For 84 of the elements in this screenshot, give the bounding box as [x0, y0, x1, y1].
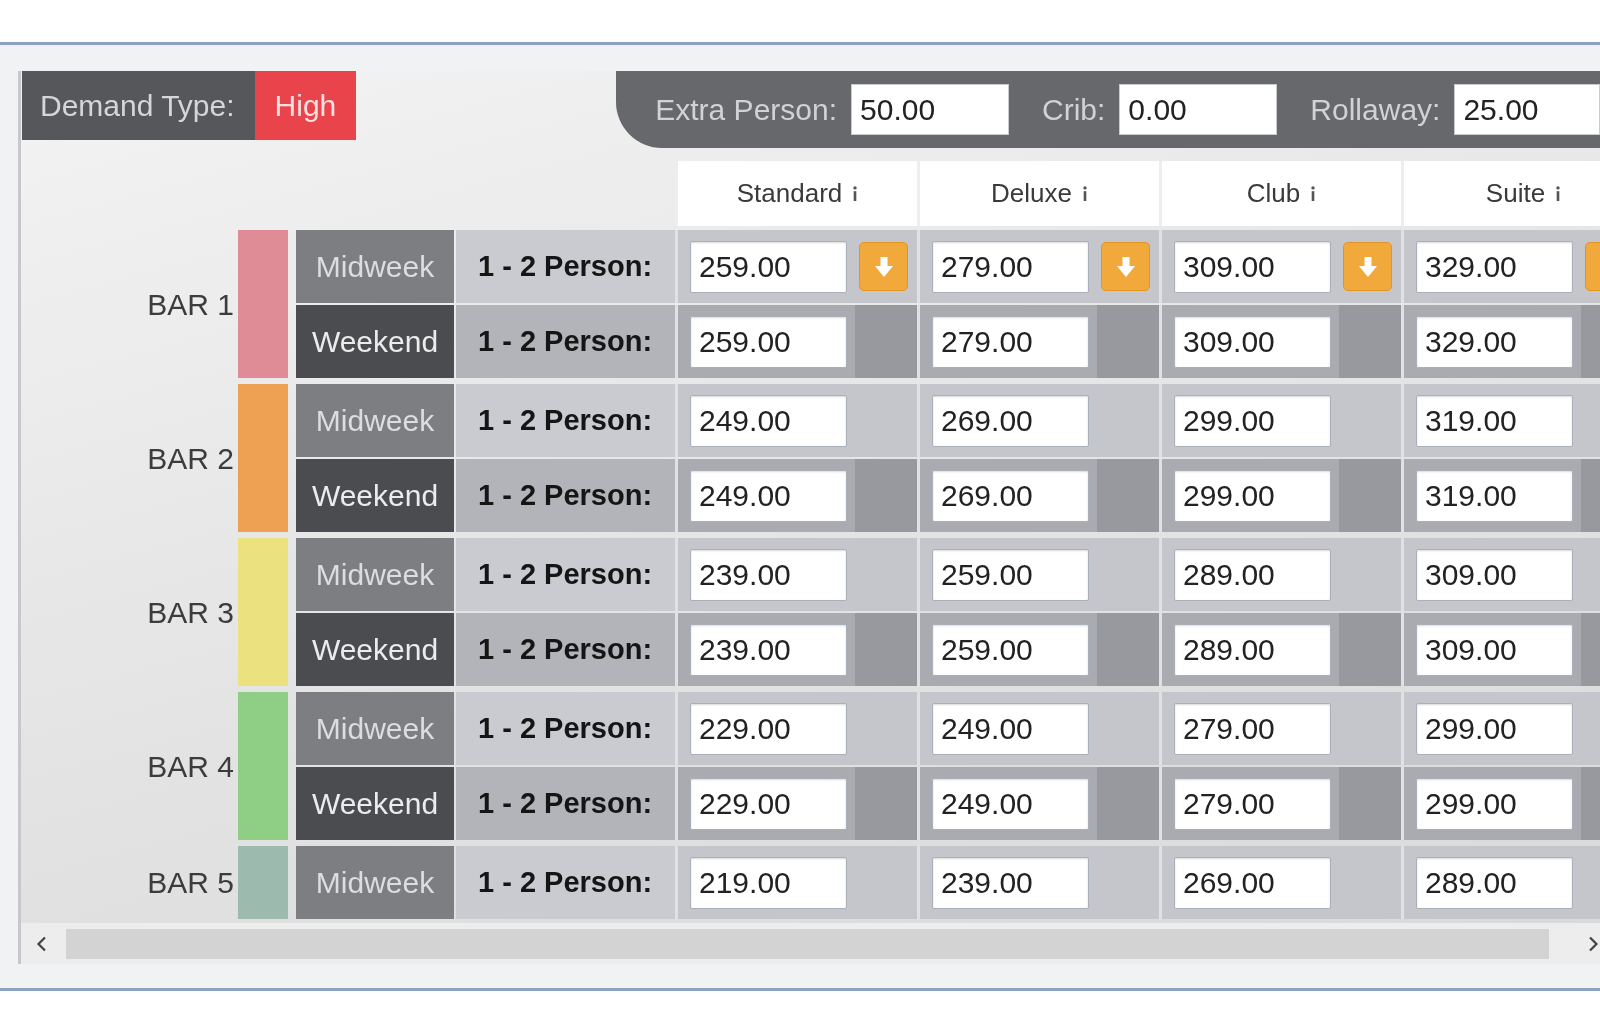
info-icon	[1310, 186, 1317, 201]
period-label: Midweek	[296, 692, 454, 765]
period-label: Weekend	[296, 305, 454, 378]
rate-field[interactable]: 279.00	[1174, 777, 1331, 830]
rate-field[interactable]: 229.00	[690, 777, 847, 830]
demand-type-value: High	[254, 71, 357, 140]
occupancy-label: 1 - 2 Person:	[456, 767, 675, 840]
rate-field[interactable]: 299.00	[1174, 394, 1331, 447]
occupancy-label: 1 - 2 Person:	[456, 613, 675, 686]
rate-field[interactable]: 239.00	[932, 856, 1089, 909]
rate-field[interactable]: 279.00	[932, 315, 1089, 368]
rate-field[interactable]: 269.00	[932, 469, 1089, 522]
scroll-right-icon[interactable]	[1588, 935, 1599, 952]
rate-field[interactable]: 319.00	[1416, 394, 1573, 447]
occupancy-label: 1 - 2 Person:	[456, 230, 675, 303]
column-header: Standard	[736, 177, 843, 210]
scroll-left-icon[interactable]	[36, 935, 47, 952]
occupancy-label: 1 - 2 Person:	[456, 538, 675, 611]
rate-field[interactable]: 319.00	[1416, 469, 1573, 522]
period-label: Midweek	[296, 230, 454, 303]
rate-field[interactable]: 249.00	[932, 702, 1089, 755]
rate-field[interactable]: 279.00	[1174, 702, 1331, 755]
arrow-down-icon	[1115, 255, 1136, 278]
rate-field[interactable]: 249.00	[690, 469, 847, 522]
occupancy-label: 1 - 2 Person:	[456, 384, 675, 457]
rate-field[interactable]: 309.00	[1174, 315, 1331, 368]
rate-field[interactable]: 309.00	[1416, 623, 1573, 676]
rate-field[interactable]: 299.00	[1174, 469, 1331, 522]
arrow-down-icon	[873, 255, 894, 278]
rate-field[interactable]: 239.00	[690, 623, 847, 676]
column-header: Suite	[1485, 177, 1546, 210]
rate-field[interactable]: 289.00	[1416, 856, 1573, 909]
rate-field[interactable]: 269.00	[932, 394, 1089, 447]
rate-field[interactable]: 259.00	[932, 623, 1089, 676]
arrow-down-icon	[1357, 255, 1378, 278]
extra-charge-label: Crib:	[1042, 92, 1106, 128]
period-label: Midweek	[296, 538, 454, 611]
occupancy-label: 1 - 2 Person:	[456, 459, 675, 532]
occupancy-label: 1 - 2 Person:	[456, 692, 675, 765]
period-label: Weekend	[296, 459, 454, 532]
demand-type-label: Demand Type:	[22, 71, 255, 140]
charge-field[interactable]: 50.00	[851, 84, 1009, 135]
fill-down-button[interactable]	[1343, 242, 1392, 291]
rate-field[interactable]: 309.00	[1416, 548, 1573, 601]
period-label: Weekend	[296, 767, 454, 840]
info-icon	[852, 186, 859, 201]
bar-level-label: BAR 4	[147, 748, 234, 785]
rate-field[interactable]: 269.00	[1174, 856, 1331, 909]
column-header: Club	[1246, 177, 1301, 210]
period-label: Weekend	[296, 613, 454, 686]
rate-field[interactable]: 299.00	[1416, 777, 1573, 830]
rate-field[interactable]: 259.00	[690, 315, 847, 368]
occupancy-label: 1 - 2 Person:	[456, 305, 675, 378]
charge-field[interactable]: 0.00	[1119, 84, 1278, 135]
rate-field[interactable]: 289.00	[1174, 548, 1331, 601]
info-icon	[1555, 186, 1562, 201]
bar-level-label: BAR 5	[147, 865, 234, 901]
column-header: Deluxe	[991, 177, 1072, 210]
rate-field[interactable]: 329.00	[1416, 315, 1573, 368]
fill-down-button[interactable]	[859, 242, 908, 291]
rate-field[interactable]: 249.00	[932, 777, 1089, 830]
extra-charge-label: Extra Person:	[655, 92, 837, 128]
occupancy-label: 1 - 2 Person:	[456, 846, 675, 919]
period-label: Midweek	[296, 384, 454, 457]
bar-level-label: BAR 3	[147, 594, 234, 631]
info-icon	[1081, 186, 1088, 201]
bar-level-label: BAR 2	[147, 440, 234, 477]
rate-field[interactable]: 259.00	[690, 240, 847, 293]
rate-field[interactable]: 299.00	[1416, 702, 1573, 755]
charge-field[interactable]: 25.00	[1454, 84, 1600, 135]
scrollbar-thumb[interactable]	[66, 928, 1549, 959]
rate-field[interactable]: 249.00	[690, 394, 847, 447]
rate-field[interactable]: 259.00	[932, 548, 1089, 601]
period-label: Midweek	[296, 846, 454, 919]
fill-down-button[interactable]	[1101, 242, 1150, 291]
rate-field[interactable]: 229.00	[690, 702, 847, 755]
rate-field[interactable]: 329.00	[1416, 240, 1573, 293]
rate-field[interactable]: 219.00	[690, 856, 847, 909]
rate-field[interactable]: 239.00	[690, 548, 847, 601]
rate-field[interactable]: 289.00	[1174, 623, 1331, 676]
rate-field[interactable]: 279.00	[932, 240, 1089, 293]
extra-charge-label: Rollaway:	[1310, 92, 1441, 128]
rate-field[interactable]: 309.00	[1174, 240, 1331, 293]
bar-level-label: BAR 1	[147, 286, 234, 323]
